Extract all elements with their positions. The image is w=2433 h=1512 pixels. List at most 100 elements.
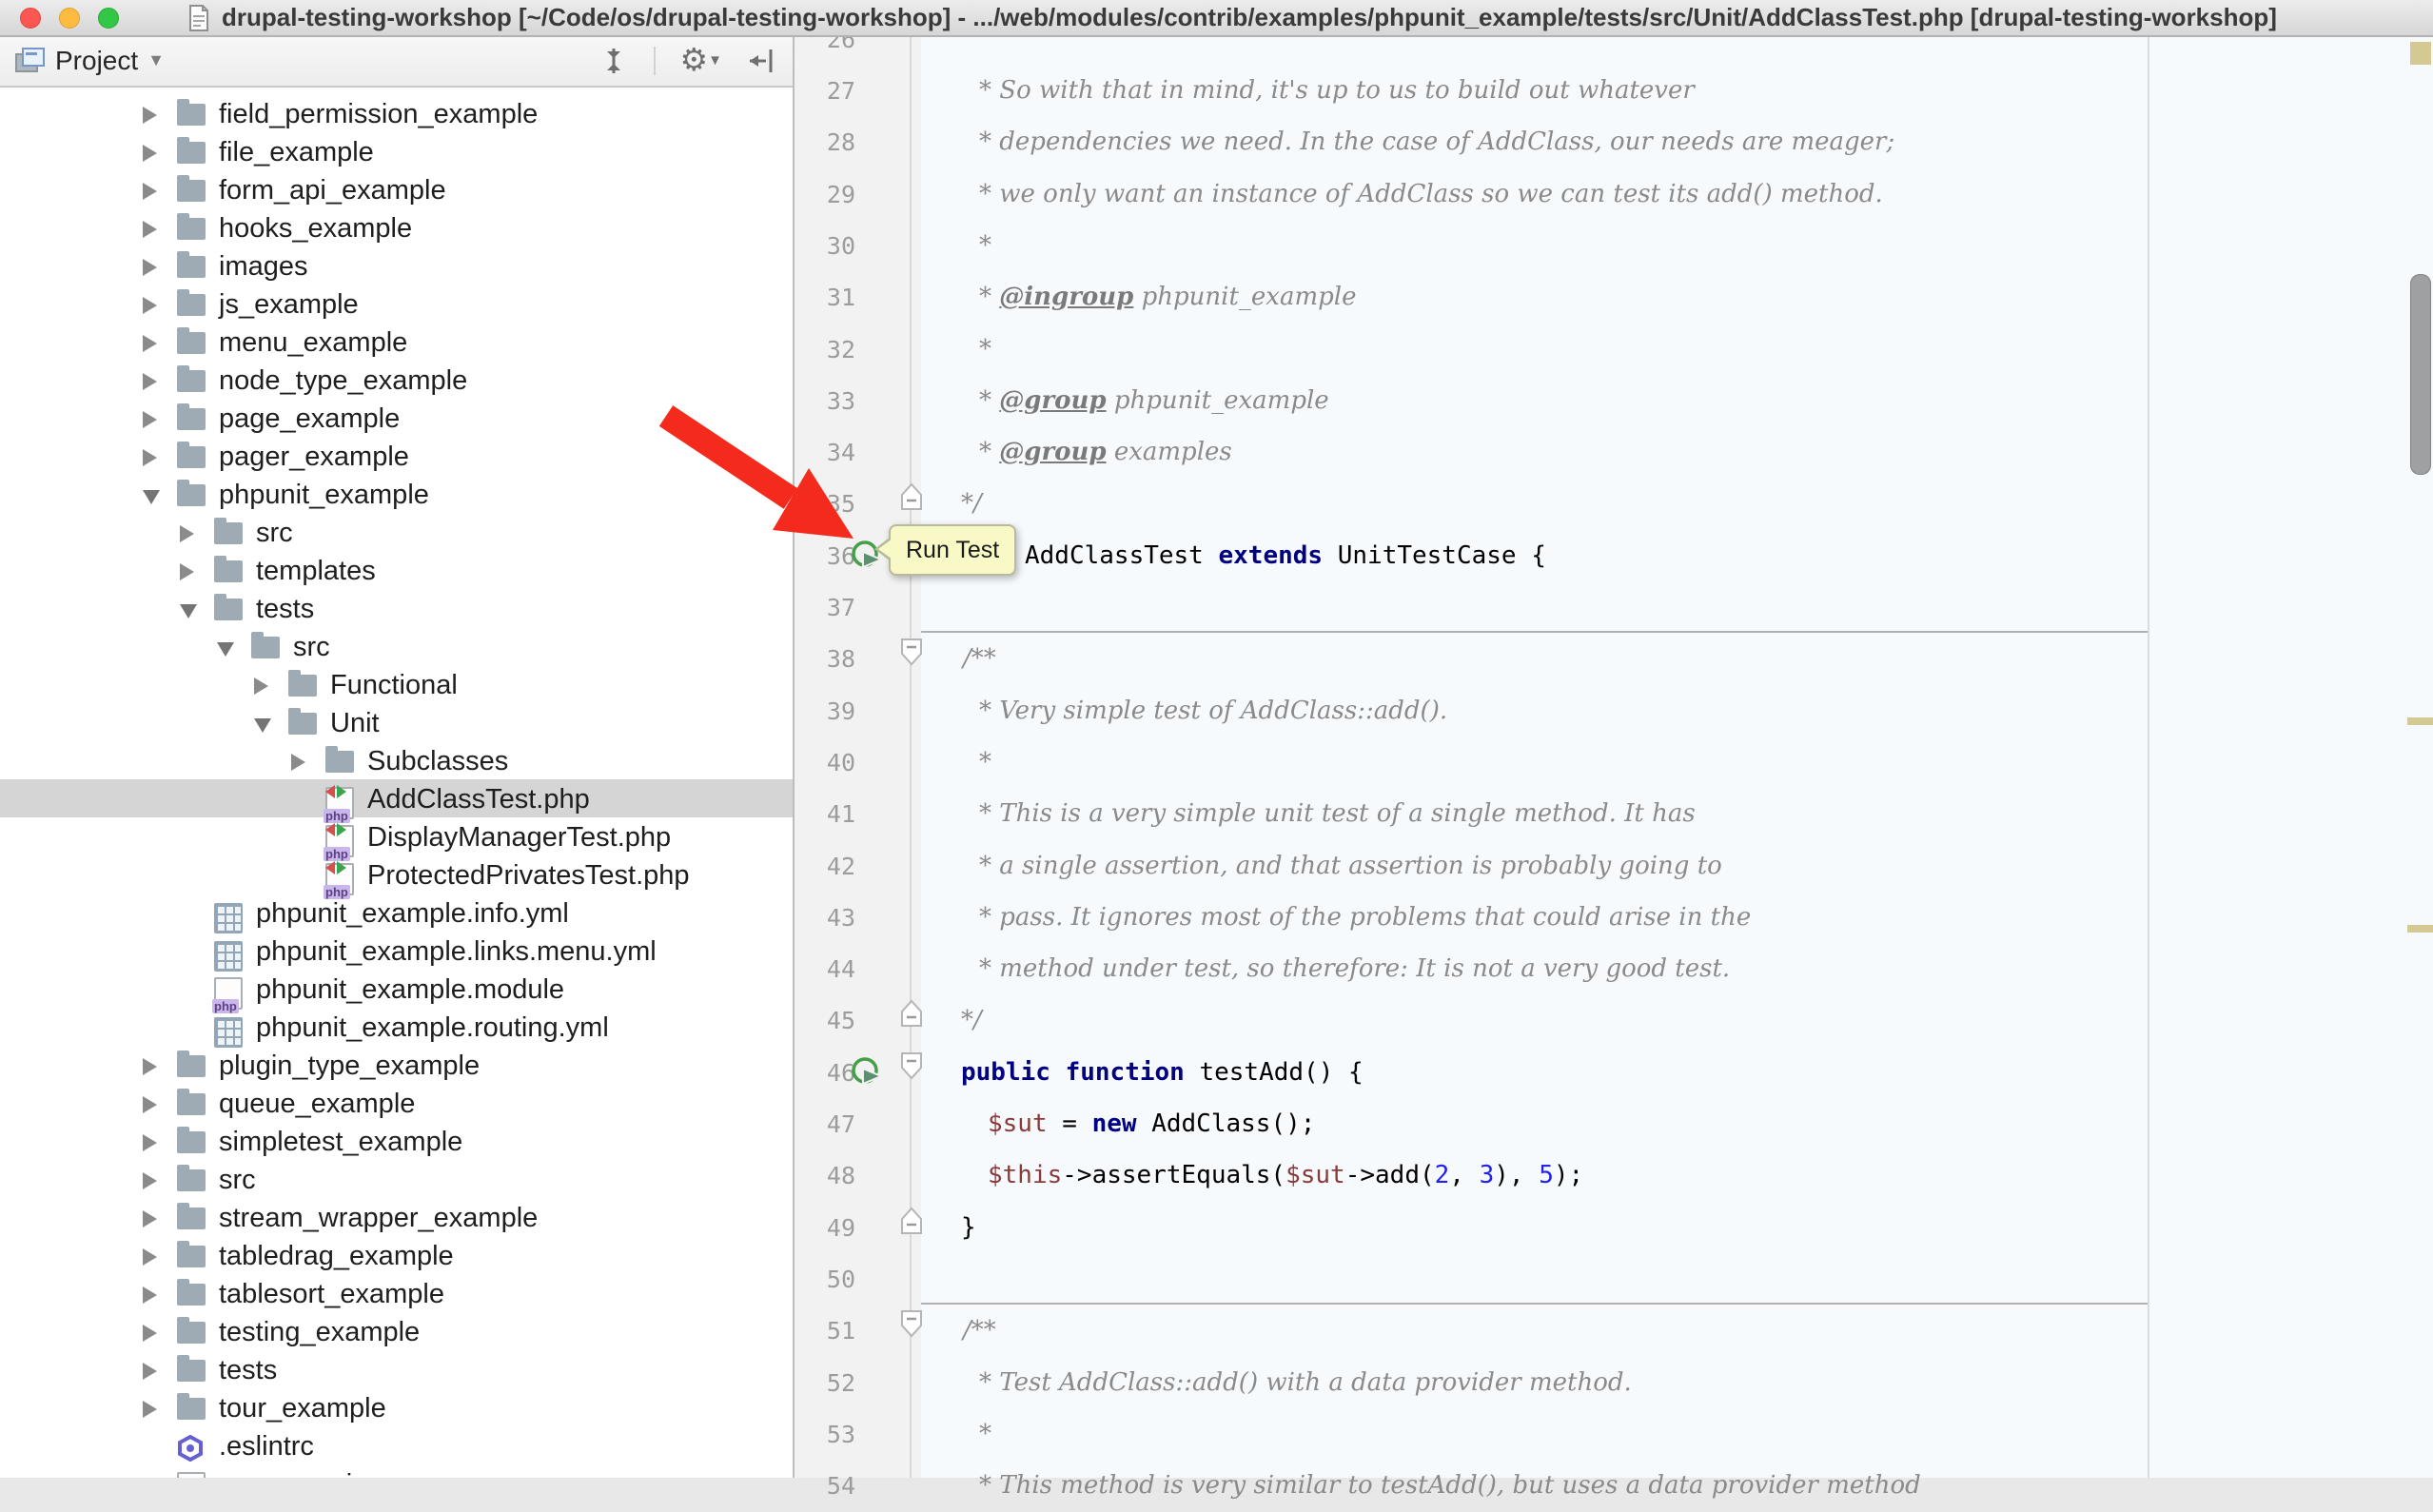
tree-item-subclasses[interactable]: Subclasses	[0, 741, 793, 779]
tree-item-simpletest-example[interactable]: simpletest_example	[0, 1122, 793, 1160]
chevron-collapsed-icon[interactable]	[143, 1134, 157, 1151]
tree-item--eslintrc[interactable]: .eslintrc	[0, 1426, 793, 1464]
tree-item-menu-example[interactable]: menu_example	[0, 323, 793, 361]
chevron-collapsed-icon[interactable]	[180, 563, 194, 580]
chevron-collapsed-icon[interactable]	[180, 525, 194, 542]
tree-item-label: file_example	[219, 132, 374, 170]
chevron-expanded-icon[interactable]	[143, 490, 160, 504]
chevron-expanded-icon[interactable]	[180, 604, 197, 619]
line-number-54: 54	[793, 1460, 855, 1512]
chevron-collapsed-icon[interactable]	[143, 297, 157, 314]
run-test-gutter-icon-line-46[interactable]	[850, 1053, 888, 1096]
line-number-36: 36	[793, 530, 855, 582]
tree-item-label: tablesort_example	[219, 1274, 444, 1312]
tree-item-tests[interactable]: tests	[0, 1350, 793, 1388]
chevron-collapsed-icon[interactable]	[143, 449, 157, 466]
tree-item-protectedprivatestest-php[interactable]: phpProtectedPrivatesTest.php	[0, 855, 793, 893]
collapse-panels-icon[interactable]	[598, 46, 629, 76]
chevron-collapsed-icon[interactable]	[143, 1286, 157, 1304]
code-line-27: * So with that in mind, it's up to us to…	[979, 65, 1695, 117]
chevron-collapsed-icon[interactable]	[143, 1248, 157, 1266]
chevron-collapsed-icon[interactable]	[143, 107, 157, 124]
tree-item-images[interactable]: images	[0, 246, 793, 285]
chevron-collapsed-icon[interactable]	[143, 1401, 157, 1418]
chevron-collapsed-icon[interactable]	[143, 1210, 157, 1227]
tree-item-field-permission-example[interactable]: field_permission_example	[0, 94, 793, 132]
chevron-down-icon[interactable]: ▼	[147, 50, 165, 70]
tree-item-phpunit-example-links-menu-yml[interactable]: phpunit_example.links.menu.yml	[0, 932, 793, 970]
zoom-window-button[interactable]	[98, 8, 119, 29]
folder-icon	[177, 1284, 206, 1306]
chevron-collapsed-icon[interactable]	[254, 677, 268, 695]
chevron-collapsed-icon[interactable]	[143, 1058, 157, 1075]
close-window-button[interactable]	[20, 8, 41, 29]
tree-item-tabledrag-example[interactable]: tabledrag_example	[0, 1236, 793, 1274]
chevron-collapsed-icon[interactable]	[143, 1325, 157, 1342]
chevron-collapsed-icon[interactable]	[143, 1172, 157, 1189]
chevron-collapsed-icon[interactable]	[143, 335, 157, 352]
tree-item-label: src	[293, 627, 330, 665]
tree-item-label: tests	[256, 589, 314, 627]
fold-marker-up-line-35[interactable]	[900, 482, 923, 516]
tree-item-composer-json[interactable]: {}composer.json	[0, 1464, 793, 1478]
titlebar[interactable]: drupal-testing-workshop [~/Code/os/drupa…	[0, 0, 2433, 37]
yml-file-icon	[214, 941, 243, 972]
tree-item-tests[interactable]: tests	[0, 589, 793, 627]
tree-item-src[interactable]: src	[0, 1160, 793, 1198]
tree-item-phpunit-example-info-yml[interactable]: phpunit_example.info.yml	[0, 893, 793, 932]
tree-item-label: phpunit_example	[219, 475, 429, 513]
code-line-54: * This method is very similar to testAdd…	[979, 1460, 1921, 1512]
chevron-expanded-icon[interactable]	[217, 642, 234, 657]
project-panel-title[interactable]: Project	[55, 46, 138, 76]
folder-icon	[177, 446, 206, 468]
tree-item-tour-example[interactable]: tour_example	[0, 1388, 793, 1426]
tree-item-templates[interactable]: templates	[0, 551, 793, 589]
fold-marker-up-line-49[interactable]	[900, 1207, 923, 1240]
editor-scrollbar-thumb[interactable]	[2410, 274, 2431, 475]
fold-marker-down-line-46[interactable]	[900, 1051, 923, 1085]
chevron-collapsed-icon[interactable]	[143, 259, 157, 276]
tree-item-phpunit-example-module[interactable]: phpphpunit_example.module	[0, 970, 793, 1008]
tree-item-testing-example[interactable]: testing_example	[0, 1312, 793, 1350]
tree-item-form-api-example[interactable]: form_api_example	[0, 170, 793, 208]
hide-panel-icon[interactable]	[747, 46, 775, 76]
document-icon	[187, 4, 210, 32]
tree-item-phpunit-example[interactable]: phpunit_example	[0, 475, 793, 513]
tree-item-js-example[interactable]: js_example	[0, 285, 793, 323]
tree-item-addclasstest-php[interactable]: phpAddClassTest.php	[0, 779, 793, 817]
tree-item-stream-wrapper-example[interactable]: stream_wrapper_example	[0, 1198, 793, 1236]
error-stripe-mark[interactable]	[2407, 717, 2433, 725]
tree-item-functional[interactable]: Functional	[0, 665, 793, 703]
settings-gear-icon[interactable]: ⚙▼	[680, 46, 722, 75]
tree-item-label: simpletest_example	[219, 1122, 462, 1160]
fold-marker-down-line-51[interactable]	[900, 1309, 923, 1343]
chevron-collapsed-icon[interactable]	[143, 1096, 157, 1113]
tree-item-plugin-type-example[interactable]: plugin_type_example	[0, 1046, 793, 1084]
chevron-expanded-icon[interactable]	[254, 718, 271, 733]
code-line-30: *	[979, 220, 991, 272]
tree-item-displaymanagertest-php[interactable]: phpDisplayManagerTest.php	[0, 817, 793, 855]
chevron-collapsed-icon[interactable]	[143, 1363, 157, 1380]
error-stripe-mark[interactable]	[2407, 925, 2433, 933]
chevron-collapsed-icon[interactable]	[143, 411, 157, 428]
chevron-collapsed-icon[interactable]	[143, 145, 157, 162]
tree-item-page-example[interactable]: page_example	[0, 399, 793, 437]
tree-item-pager-example[interactable]: pager_example	[0, 437, 793, 475]
tree-item-queue-example[interactable]: queue_example	[0, 1084, 793, 1122]
tree-item-node-type-example[interactable]: node_type_example	[0, 361, 793, 399]
chevron-collapsed-icon[interactable]	[143, 373, 157, 390]
minimize-window-button[interactable]	[59, 8, 80, 29]
chevron-collapsed-icon[interactable]	[143, 221, 157, 238]
fold-marker-down-line-38[interactable]	[900, 638, 923, 671]
tree-item-phpunit-example-routing-yml[interactable]: phpunit_example.routing.yml	[0, 1008, 793, 1046]
tree-item-src[interactable]: src	[0, 513, 793, 551]
tree-item-src[interactable]: src	[0, 627, 793, 665]
tree-item-hooks-example[interactable]: hooks_example	[0, 208, 793, 246]
tree-item-unit[interactable]: Unit	[0, 703, 793, 741]
tree-item-file-example[interactable]: file_example	[0, 132, 793, 170]
chevron-collapsed-icon[interactable]	[143, 183, 157, 200]
chevron-collapsed-icon[interactable]	[291, 754, 305, 771]
line-number-43: 43	[793, 892, 855, 944]
tree-item-tablesort-example[interactable]: tablesort_example	[0, 1274, 793, 1312]
fold-marker-up-line-45[interactable]	[900, 999, 923, 1032]
